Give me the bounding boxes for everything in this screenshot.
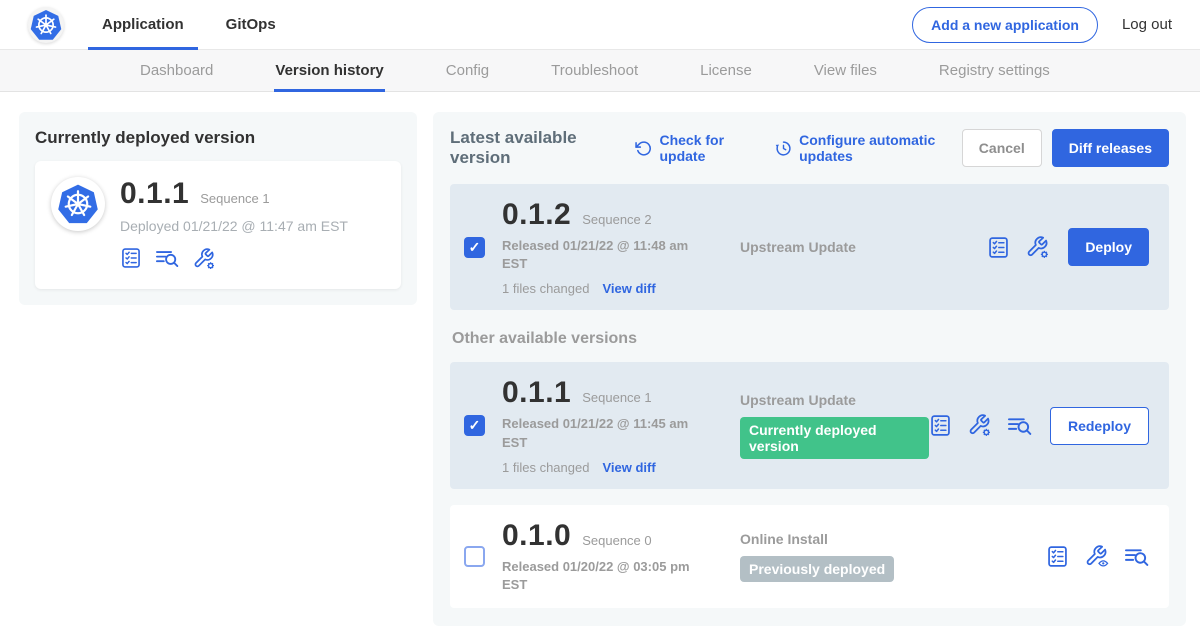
app-subnav: Dashboard Version history Config Trouble… — [0, 50, 1200, 92]
preflight-checks-icon[interactable] — [987, 236, 1010, 259]
diff-releases-button[interactable]: Diff releases — [1052, 129, 1169, 167]
subnav-tab-config[interactable]: Config — [446, 50, 489, 91]
sequence-label: Sequence 2 — [582, 212, 651, 227]
preflight-checks-icon[interactable] — [120, 247, 142, 271]
files-changed-label: 1 files changed — [502, 281, 589, 296]
released-timestamp: Released 01/21/22 @ 11:48 am EST — [502, 237, 690, 273]
redeploy-button[interactable]: Redeploy — [1050, 407, 1149, 445]
tab-application-label: Application — [102, 16, 184, 33]
currently-deployed-card: 0.1.1 Sequence 1 Deployed 01/21/22 @ 11:… — [35, 161, 401, 289]
version-history-page: Currently deployed version 0.1.1 Sequenc… — [0, 92, 1200, 626]
view-diff-link[interactable]: View diff — [602, 281, 655, 296]
latest-available-version-title: Latest available version — [450, 128, 614, 168]
version-row-0-1-2: 0.1.2 Sequence 2 Released 01/21/22 @ 11:… — [450, 184, 1169, 310]
subnav-tab-dashboard[interactable]: Dashboard — [140, 50, 213, 91]
available-versions-panel: Latest available version Check for updat… — [433, 112, 1186, 626]
version-number: 0.1.1 — [502, 376, 571, 410]
schedule-icon — [775, 140, 792, 157]
deployed-version-number: 0.1.1 — [120, 177, 189, 211]
view-diff-link[interactable]: View diff — [602, 460, 655, 475]
edit-config-icon[interactable] — [192, 247, 216, 271]
version-checkbox[interactable] — [464, 546, 485, 567]
version-source-label: Upstream Update — [740, 392, 929, 408]
add-new-application-button[interactable]: Add a new application — [912, 7, 1098, 43]
preflight-checks-icon[interactable] — [1046, 545, 1069, 568]
version-row-0-1-1: 0.1.1 Sequence 1 Released 01/21/22 @ 11:… — [450, 362, 1169, 488]
subnav-tab-troubleshoot[interactable]: Troubleshoot — [551, 50, 638, 91]
tab-gitops-label: GitOps — [226, 16, 276, 33]
deployed-sequence-label: Sequence 1 — [200, 191, 269, 206]
version-checkbox[interactable] — [464, 415, 485, 436]
other-available-versions-heading: Other available versions — [452, 330, 1169, 348]
deploy-logs-icon[interactable] — [155, 247, 179, 271]
app-icon-badge — [51, 177, 105, 231]
view-config-icon[interactable] — [1084, 544, 1109, 569]
deploy-button[interactable]: Deploy — [1068, 228, 1149, 266]
version-source-label: Online Install — [740, 531, 1046, 547]
configure-automatic-updates-label: Configure automatic updates — [799, 132, 962, 164]
previously-deployed-badge: Previously deployed — [740, 556, 894, 582]
top-navbar: Application GitOps Add a new application… — [0, 0, 1200, 50]
deploy-logs-icon[interactable] — [1124, 545, 1149, 568]
tab-gitops[interactable]: GitOps — [212, 0, 290, 49]
top-tabs: Application GitOps — [88, 0, 304, 49]
version-row-0-1-0: 0.1.0 Sequence 0 Released 01/20/22 @ 03:… — [450, 505, 1169, 608]
tab-application[interactable]: Application — [88, 0, 198, 49]
kubernetes-logo — [28, 7, 64, 43]
released-timestamp: Released 01/21/22 @ 11:45 am EST — [502, 415, 690, 451]
check-for-update-link[interactable]: Check for update — [635, 132, 754, 164]
deploy-logs-icon[interactable] — [1007, 414, 1032, 437]
logout-link[interactable]: Log out — [1122, 16, 1172, 33]
currently-deployed-badge: Currently deployed version — [740, 417, 929, 459]
currently-deployed-title: Currently deployed version — [35, 128, 401, 148]
sequence-label: Sequence 0 — [582, 533, 651, 548]
edit-config-icon[interactable] — [967, 413, 992, 438]
version-number: 0.1.2 — [502, 198, 571, 232]
subnav-tab-license[interactable]: License — [700, 50, 752, 91]
released-timestamp: Released 01/20/22 @ 03:05 pm EST — [502, 558, 690, 594]
files-changed-label: 1 files changed — [502, 460, 589, 475]
check-for-update-label: Check for update — [659, 132, 754, 164]
currently-deployed-panel: Currently deployed version 0.1.1 Sequenc… — [19, 112, 417, 305]
sequence-label: Sequence 1 — [582, 390, 651, 405]
edit-config-icon[interactable] — [1025, 235, 1050, 260]
configure-automatic-updates-link[interactable]: Configure automatic updates — [775, 132, 962, 164]
subnav-tab-registry-settings[interactable]: Registry settings — [939, 50, 1050, 91]
refresh-icon — [635, 140, 652, 157]
kubernetes-logo-icon — [29, 8, 63, 42]
version-number: 0.1.0 — [502, 519, 571, 553]
version-source-label: Upstream Update — [740, 239, 987, 255]
kubernetes-app-icon — [56, 182, 100, 226]
cancel-button[interactable]: Cancel — [962, 129, 1042, 167]
deployed-timestamp: Deployed 01/21/22 @ 11:47 am EST — [120, 218, 348, 234]
subnav-tab-version-history[interactable]: Version history — [275, 50, 383, 91]
subnav-tab-view-files[interactable]: View files — [814, 50, 877, 91]
preflight-checks-icon[interactable] — [929, 414, 952, 437]
version-checkbox[interactable] — [464, 237, 485, 258]
